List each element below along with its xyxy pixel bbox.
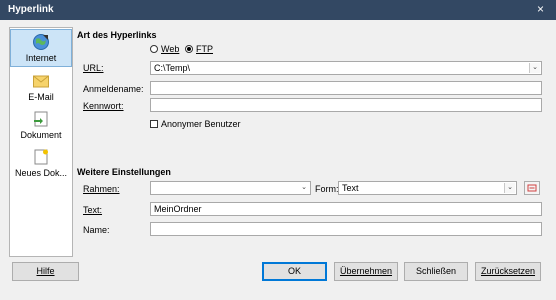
- sidebar-item-label: Internet: [25, 53, 57, 63]
- apply-button-label: Übernehmen: [339, 266, 393, 276]
- ftp-radio-label[interactable]: FTP: [196, 44, 213, 54]
- new-document-icon: [34, 149, 48, 165]
- sidebar-item-label: E-Mail: [28, 92, 54, 102]
- chevron-down-icon[interactable]: ⌄: [299, 183, 309, 193]
- form-value: Text: [342, 183, 359, 193]
- form-select[interactable]: Text ⌄: [338, 181, 517, 195]
- sidebar-item-label: Dokument: [20, 130, 62, 140]
- url-label: URL:: [83, 63, 104, 73]
- globe-icon: [33, 34, 49, 50]
- anonymous-user-checkbox[interactable]: [150, 120, 158, 128]
- sidebar-item-label: Neues Dok...: [14, 168, 68, 178]
- events-icon: [527, 184, 537, 192]
- url-combobox[interactable]: C:\Temp\ ⌄: [150, 61, 542, 75]
- reset-button-label: Zurücksetzen: [480, 266, 536, 276]
- url-value: C:\Temp\: [154, 63, 191, 73]
- frame-combobox[interactable]: ⌄: [150, 181, 311, 195]
- sidebar-item-new-document[interactable]: Neues Dok...: [10, 148, 72, 184]
- text-label: Text:: [83, 205, 103, 215]
- reset-button[interactable]: Zurücksetzen: [475, 262, 541, 281]
- name-label: Name:: [83, 225, 110, 235]
- web-radio-label[interactable]: Web: [161, 44, 179, 54]
- ftp-radio[interactable]: [185, 45, 193, 53]
- events-button[interactable]: [524, 181, 540, 195]
- hyperlink-type-heading: Art des Hyperlinks: [77, 30, 157, 40]
- help-button[interactable]: Hilfe: [12, 262, 79, 281]
- chevron-down-icon[interactable]: ⌄: [504, 183, 515, 193]
- password-input[interactable]: [150, 98, 542, 112]
- close-icon[interactable]: ×: [537, 2, 544, 16]
- text-input[interactable]: MeinOrdner: [150, 202, 542, 216]
- anonymous-user-label[interactable]: Anonymer Benutzer: [161, 119, 241, 129]
- further-settings-heading: Weitere Einstellungen: [77, 167, 171, 177]
- window-title: Hyperlink: [8, 4, 54, 15]
- ok-button-label: OK: [287, 266, 301, 276]
- text-value: MeinOrdner: [154, 204, 202, 214]
- title-bar: Hyperlink ×: [0, 0, 556, 20]
- close-button-label: Schließen: [415, 266, 457, 276]
- login-name-input[interactable]: [150, 81, 542, 95]
- login-label: Anmeldename:: [83, 84, 144, 94]
- password-label: Kennwort:: [83, 101, 124, 111]
- form-label: Form:: [315, 184, 339, 194]
- web-radio[interactable]: [150, 45, 158, 53]
- sidebar-item-email[interactable]: E-Mail: [10, 72, 72, 108]
- name-input[interactable]: [150, 222, 542, 236]
- sidebar-item-document[interactable]: Dokument: [10, 110, 72, 146]
- sidebar-item-internet[interactable]: Internet: [10, 29, 72, 67]
- hyperlink-type-sidebar: Internet E-Mail Dokument Neues Dok...: [9, 27, 73, 257]
- close-button[interactable]: Schließen: [404, 262, 468, 281]
- frame-label: Rahmen:: [83, 184, 120, 194]
- apply-button[interactable]: Übernehmen: [334, 262, 398, 281]
- document-icon: [34, 111, 48, 127]
- help-button-label: Hilfe: [36, 266, 55, 276]
- chevron-down-icon[interactable]: ⌄: [529, 63, 540, 73]
- ok-button[interactable]: OK: [262, 262, 327, 281]
- envelope-icon: [33, 75, 49, 88]
